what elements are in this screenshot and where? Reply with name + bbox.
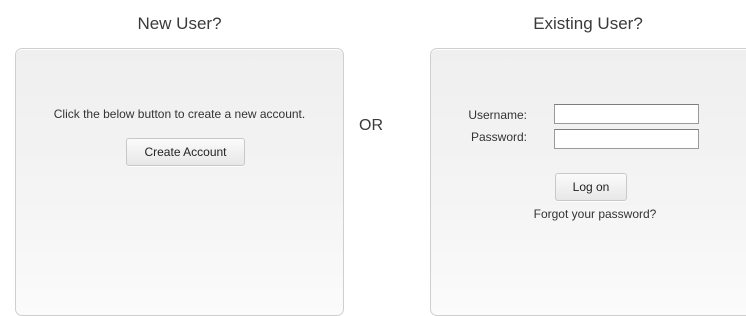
create-account-button[interactable]: Create Account (126, 138, 245, 166)
password-label: Password: (470, 130, 527, 144)
new-user-panel: Click the below button to create a new a… (15, 48, 344, 316)
forgot-password-link[interactable]: Forgot your password? (431, 207, 746, 221)
log-on-button[interactable]: Log on (555, 173, 627, 201)
or-separator: OR (359, 117, 383, 134)
existing-user-heading: Existing User? (533, 14, 643, 33)
new-user-heading: New User? (137, 14, 222, 33)
create-account-description: Click the below button to create a new a… (53, 107, 306, 121)
username-input[interactable] (554, 104, 699, 124)
password-input[interactable] (554, 129, 699, 149)
existing-user-panel: Username: Password: Log on Forgot your p… (430, 48, 746, 316)
username-label: Username: (468, 108, 527, 122)
